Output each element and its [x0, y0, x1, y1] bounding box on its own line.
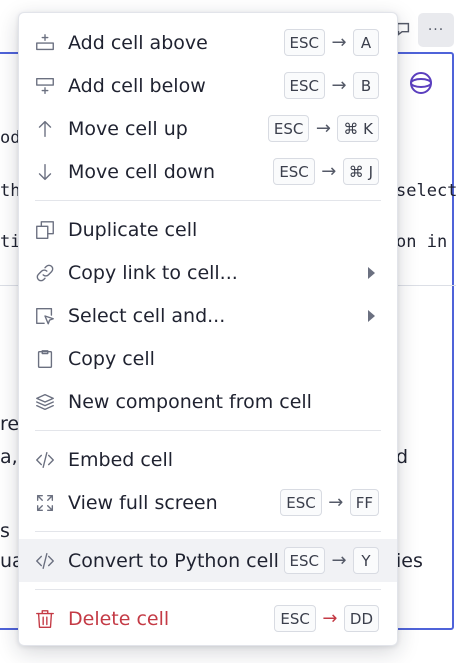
submenu-caret-icon: [368, 309, 375, 322]
menu-item-label: Move cell up: [68, 117, 188, 140]
menu-item-label: Copy link to cell...: [68, 261, 238, 284]
arrow-up-icon: [33, 117, 57, 141]
expand-icon: [33, 491, 57, 515]
keyboard-shortcut: ESC → ⌘ K: [267, 115, 379, 142]
menu-item-move-cell-up[interactable]: Move cell up ESC → ⌘ K: [19, 107, 397, 150]
code-icon: [33, 549, 57, 573]
key-cap: DD: [343, 605, 379, 632]
arrow-right-icon: →: [328, 492, 344, 513]
arrow-right-icon: →: [322, 608, 338, 629]
sql-cell-icon: [410, 72, 432, 94]
arrow-right-icon: →: [331, 550, 347, 571]
key-cap: A: [353, 29, 379, 56]
key-cap: ⌘ J: [342, 158, 379, 185]
add-below-icon: [33, 74, 57, 98]
key-cap: ⌘ K: [337, 115, 379, 142]
key-cap: ESC: [273, 158, 315, 185]
clipboard-icon: [33, 347, 57, 371]
menu-item-delete-cell[interactable]: Delete cell ESC → DD: [19, 597, 397, 640]
background-text-fragment: s: [0, 520, 10, 542]
menu-item-label: Duplicate cell: [68, 218, 198, 241]
key-cap: ESC: [267, 115, 310, 142]
arrow-right-icon: →: [331, 75, 347, 96]
arrow-right-icon: →: [321, 161, 337, 182]
background-text-fragment: a,: [0, 446, 18, 468]
submenu-caret-icon: [368, 266, 375, 279]
menu-item-view-full-screen[interactable]: View full screen ESC → FF: [19, 481, 397, 524]
menu-item-move-cell-down[interactable]: Move cell down ESC → ⌘ J: [19, 150, 397, 193]
layers-icon: [33, 390, 57, 414]
trash-icon: [33, 607, 57, 631]
background-text-fragment: on in: [396, 232, 448, 252]
menu-separator: [35, 589, 381, 590]
cell-context-menu: Add cell above ESC → A Add cell below ESC → B Mo…: [18, 12, 398, 646]
key-cap: ESC: [274, 605, 316, 632]
keyboard-shortcut: ESC → Y: [283, 547, 379, 574]
menu-item-label: Add cell above: [68, 31, 208, 54]
duplicate-icon: [33, 218, 57, 242]
menu-item-label: Move cell down: [68, 160, 215, 183]
keyboard-shortcut: ESC → DD: [274, 605, 379, 632]
arrow-right-icon: →: [315, 118, 331, 139]
menu-item-copy-link-to-cell[interactable]: Copy link to cell...: [19, 251, 397, 294]
menu-separator: [35, 430, 381, 431]
menu-item-duplicate-cell[interactable]: Duplicate cell: [19, 208, 397, 251]
code-icon: [33, 448, 57, 472]
keyboard-shortcut: ESC → B: [283, 72, 379, 99]
menu-item-label: View full screen: [68, 491, 218, 514]
key-cap: ESC: [283, 29, 325, 56]
menu-item-convert-to-python-cell[interactable]: Convert to Python cell ESC → Y: [19, 539, 397, 582]
keyboard-shortcut: ESC → ⌘ J: [273, 158, 379, 185]
more-options-label: ···: [427, 22, 445, 38]
key-cap: FF: [349, 489, 379, 516]
menu-item-label: Convert to Python cell: [68, 549, 279, 572]
menu-item-select-cell-and[interactable]: Select cell and...: [19, 294, 397, 337]
menu-item-label: Select cell and...: [68, 304, 226, 327]
keyboard-shortcut: ESC → FF: [280, 489, 379, 516]
link-icon: [33, 261, 57, 285]
arrow-down-icon: [33, 160, 57, 184]
menu-item-embed-cell[interactable]: Embed cell: [19, 438, 397, 481]
key-cap: ESC: [283, 547, 325, 574]
add-above-icon: [33, 31, 57, 55]
more-options-button[interactable]: ···: [418, 13, 454, 47]
menu-separator: [35, 200, 381, 201]
background-text-fragment: select: [396, 181, 458, 201]
menu-item-label: Add cell below: [68, 74, 206, 97]
key-cap: Y: [353, 547, 379, 574]
background-text-fragment: ies: [396, 550, 423, 572]
menu-item-label: New component from cell: [68, 390, 312, 413]
menu-item-label: Delete cell: [68, 607, 170, 630]
arrow-right-icon: →: [331, 32, 347, 53]
menu-item-add-cell-below[interactable]: Add cell below ESC → B: [19, 64, 397, 107]
menu-item-add-cell-above[interactable]: Add cell above ESC → A: [19, 21, 397, 64]
key-cap: ESC: [280, 489, 322, 516]
menu-item-new-component-from-cell[interactable]: New component from cell: [19, 380, 397, 423]
menu-item-label: Embed cell: [68, 448, 174, 471]
cursor-select-icon: [33, 304, 57, 328]
menu-separator: [35, 531, 381, 532]
background-text-fragment: re: [0, 413, 20, 435]
key-cap: B: [353, 72, 379, 99]
keyboard-shortcut: ESC → A: [283, 29, 379, 56]
menu-item-label: Copy cell: [68, 347, 155, 370]
key-cap: ESC: [283, 72, 325, 99]
menu-item-copy-cell[interactable]: Copy cell: [19, 337, 397, 380]
